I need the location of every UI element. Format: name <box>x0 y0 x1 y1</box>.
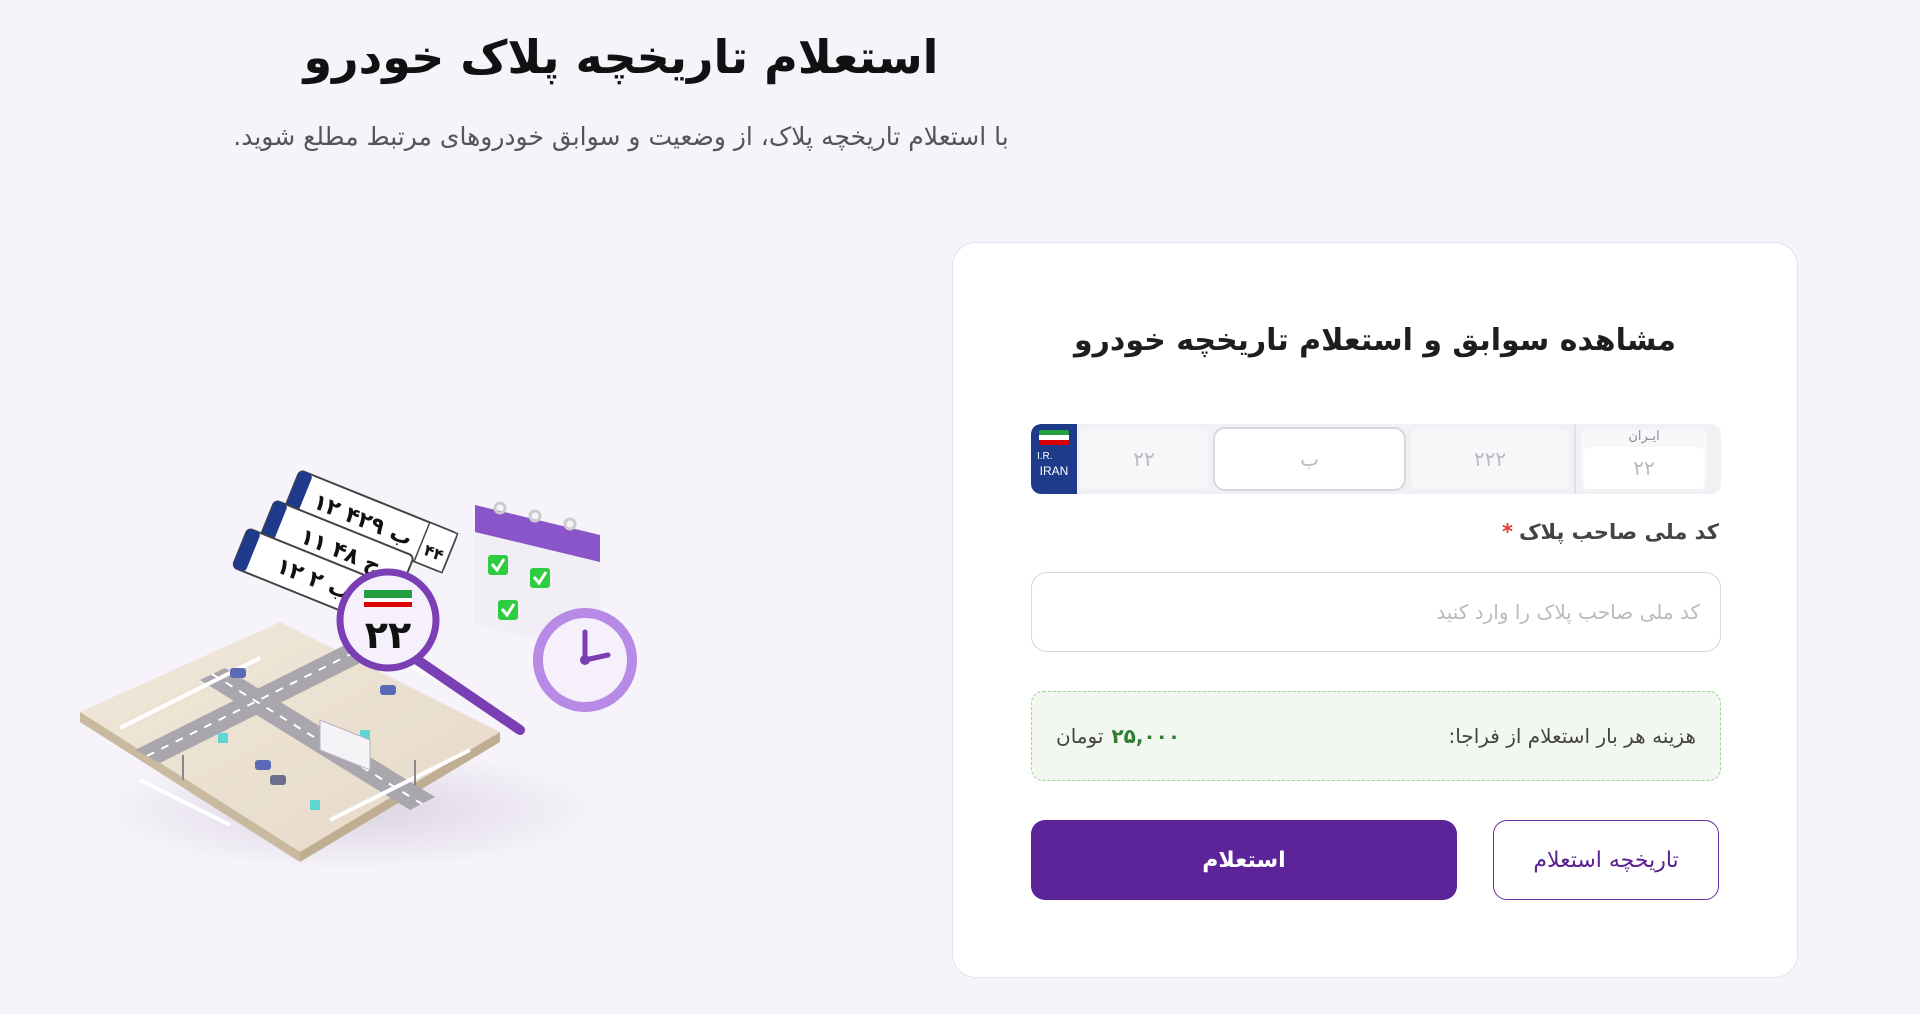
inquiry-form-card: مشاهده سوابق و استعلام تاریخچه خودرو I.R… <box>952 242 1798 978</box>
national-code-label-text: کد ملی صاحب پلاک <box>1519 520 1719 544</box>
plate-three-digit-placeholder: ۲۲۲ <box>1473 447 1507 471</box>
page-title: استعلام تاریخچه پلاک خودرو <box>303 30 939 84</box>
iran-flag-icon <box>1039 430 1069 445</box>
plate-divider <box>1574 424 1576 494</box>
plate-three-digit-field[interactable]: ۲۲۲ <box>1411 429 1569 489</box>
plate-history-illustration: ۱۲ ب ۴۲۹ ۴۴ ۱۱ ج ۴۸ ۱۲ ب ۲ ۲۲ <box>80 450 670 880</box>
plate-country-ir: I.R. <box>1037 451 1053 462</box>
inquiry-price-box: هزینه هر بار استعلام از فراجا: ۲۵,۰۰۰ توم… <box>1031 691 1721 781</box>
national-code-input[interactable] <box>1031 572 1721 652</box>
plate-two-digit-placeholder: ۲۲ <box>1133 447 1155 471</box>
plate-letter-select[interactable]: ب <box>1213 427 1406 491</box>
plate-country-iran: IRAN <box>1039 464 1069 478</box>
price-amount: ۲۵,۰۰۰ <box>1111 724 1181 748</box>
national-code-label: کد ملی صاحب پلاک* <box>1502 520 1719 544</box>
submit-inquiry-button[interactable]: استعلام <box>1031 820 1457 900</box>
plate-two-digit-field[interactable]: ۲۲ <box>1080 429 1208 489</box>
plate-region-input[interactable]: ۲۲ <box>1584 447 1704 489</box>
clock-icon <box>533 608 637 712</box>
price-currency: تومان <box>1056 724 1104 748</box>
price-label: هزینه هر بار استعلام از فراجا: <box>1448 724 1696 748</box>
plate-country-badge: I.R. IRAN <box>1031 424 1077 494</box>
required-mark: * <box>1502 520 1514 544</box>
plate-letter-placeholder: ب <box>1300 447 1319 471</box>
plate-region-label: ایـران <box>1628 429 1660 444</box>
page-subtitle: با استعلام تاریخچه پلاک، از وضعیت و سواب… <box>233 122 1009 151</box>
license-plate-input: I.R. IRAN ۲۲ ب ۲۲۲ ایـران ۲۲ <box>1031 424 1721 494</box>
page: استعلام تاریخچه پلاک خودرو با استعلام تا… <box>0 0 1920 1014</box>
inquiry-history-button[interactable]: تاریخچه استعلام <box>1493 820 1719 900</box>
form-title: مشاهده سوابق و استعلام تاریخچه خودرو <box>1074 323 1676 358</box>
price-value: ۲۵,۰۰۰ تومان <box>1056 724 1180 748</box>
plate-region-placeholder: ۲۲ <box>1633 456 1655 480</box>
magnified-plate-number: ۲۲ <box>365 613 411 657</box>
plate-region-field[interactable]: ایـران ۲۲ <box>1581 429 1707 489</box>
